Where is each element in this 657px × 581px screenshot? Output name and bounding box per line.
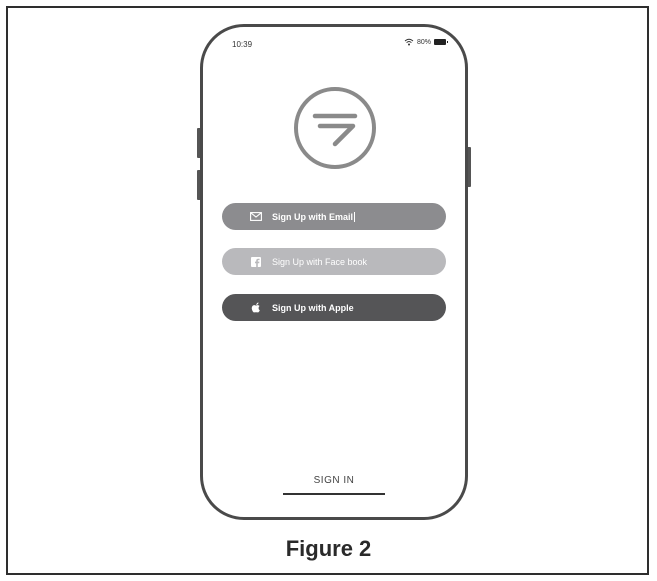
sign-up-email-label: Sign Up with Email <box>272 211 354 222</box>
figure-caption: Figure 2 <box>285 536 372 561</box>
app-logo-icon <box>294 87 376 169</box>
battery-icon <box>434 39 448 45</box>
sign-in-underline <box>283 493 385 495</box>
sign-up-email-button[interactable]: Sign Up with Email <box>222 203 446 230</box>
facebook-icon <box>250 256 262 268</box>
status-indicators: 80% <box>404 38 448 46</box>
text-cursor <box>354 211 356 222</box>
sign-up-facebook-button[interactable]: Sign Up with Face book <box>222 248 446 275</box>
sign-up-apple-button[interactable]: Sign Up with Apple <box>222 294 446 321</box>
sign-in-link[interactable]: SIGN IN <box>283 475 385 486</box>
wifi-icon <box>404 38 414 46</box>
sign-up-facebook-label: Sign Up with Face book <box>272 256 368 267</box>
status-time: 10:39 <box>232 40 253 49</box>
battery-percentage: 80% <box>416 38 431 46</box>
sign-up-apple-label: Sign Up with Apple <box>272 302 354 313</box>
envelope-icon <box>250 211 262 223</box>
apple-icon <box>250 302 262 314</box>
